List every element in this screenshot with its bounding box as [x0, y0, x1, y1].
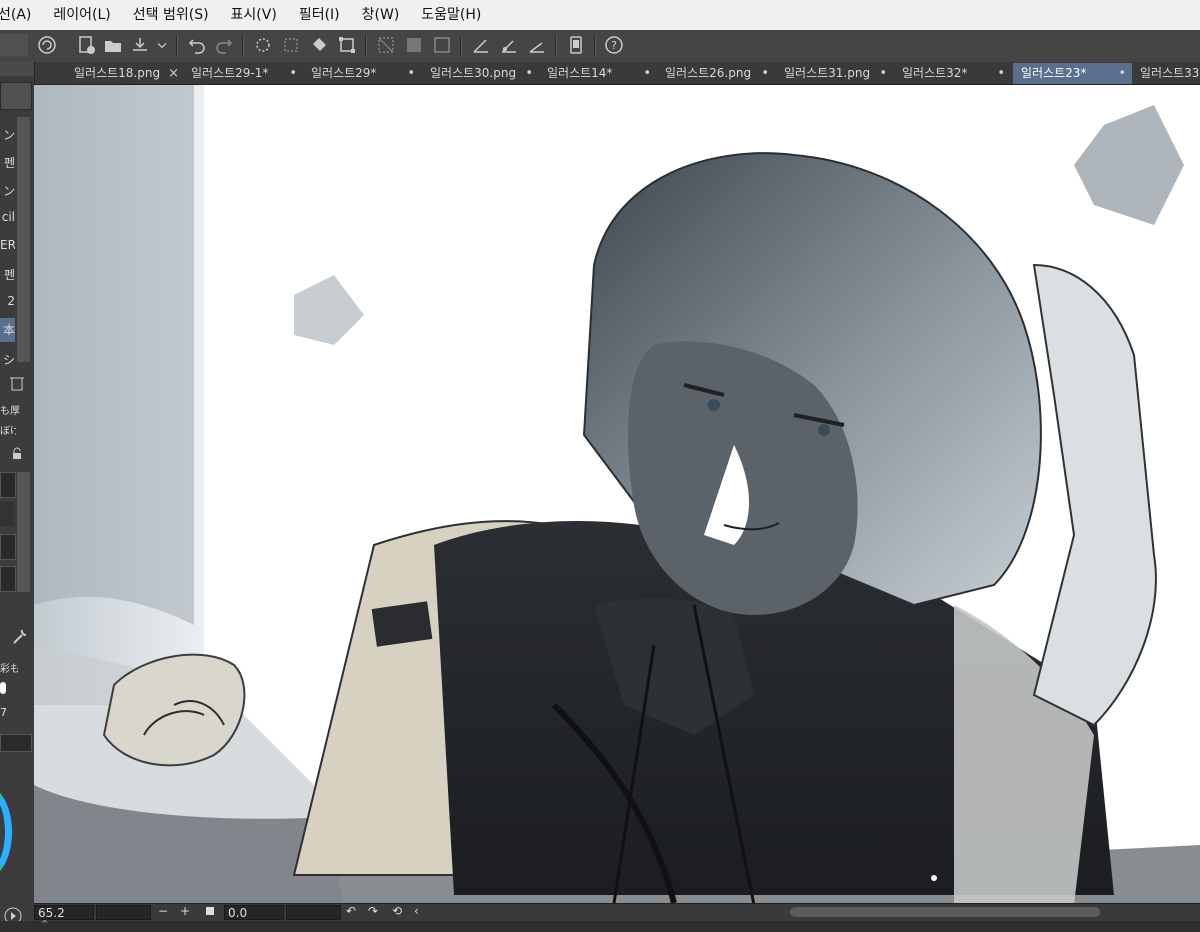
- tab-close-icon[interactable]: ×: [168, 63, 179, 84]
- menu-view[interactable]: 표시(V): [220, 0, 288, 30]
- property-label: 彩も: [0, 664, 18, 675]
- tab-modified-icon[interactable]: •: [997, 63, 1005, 84]
- rotate-left-icon[interactable]: ↶: [346, 904, 356, 918]
- subtool-item[interactable]: cil: [0, 210, 15, 224]
- clip-studio-icon[interactable]: [36, 34, 58, 56]
- undo-icon[interactable]: [186, 34, 208, 56]
- chevron-up-icon[interactable]: ⌃: [40, 918, 49, 931]
- help-icon[interactable]: ?: [603, 34, 625, 56]
- fill-selection-icon[interactable]: [280, 34, 302, 56]
- tab-illust18[interactable]: 일러스트18.png ×: [34, 63, 185, 84]
- reset-rotation-icon[interactable]: ⟲: [392, 904, 402, 918]
- smartphone-icon[interactable]: [565, 34, 587, 56]
- tab-illust29[interactable]: 일러스트29* •: [303, 63, 421, 84]
- illustration: [34, 85, 1200, 903]
- trash-icon[interactable]: [0, 372, 34, 394]
- tab-modified-icon[interactable]: •: [879, 63, 887, 84]
- tab-illust29-1[interactable]: 일러스트29-1* •: [185, 63, 303, 84]
- horizontal-scrollbar[interactable]: [790, 907, 1100, 917]
- tab-illust32[interactable]: 일러스트32* •: [893, 63, 1011, 84]
- tab-illust26[interactable]: 일러스트26.png •: [657, 63, 775, 84]
- subtool-item[interactable]: ン: [0, 182, 15, 199]
- pen-settings-icon[interactable]: [470, 34, 492, 56]
- property-label: も厚: [0, 406, 20, 417]
- new-file-icon[interactable]: [75, 34, 97, 56]
- tab-modified-icon[interactable]: •: [525, 63, 533, 84]
- tab-illust14[interactable]: 일러스트14* •: [539, 63, 657, 84]
- color-wheel[interactable]: [0, 787, 12, 877]
- menu-window[interactable]: 창(W): [351, 0, 411, 30]
- tab-modified-icon[interactable]: •: [407, 63, 415, 84]
- panel-toggle[interactable]: [0, 34, 28, 56]
- fit-button[interactable]: [206, 907, 214, 915]
- save-icon[interactable]: [129, 34, 151, 56]
- rotation-slider[interactable]: [286, 905, 341, 920]
- subtool-item[interactable]: シ: [0, 351, 15, 368]
- subtool-item[interactable]: 펜: [0, 266, 15, 283]
- download-icon[interactable]: [0, 534, 16, 560]
- subtool-scrollbar[interactable]: [17, 117, 30, 362]
- hide-selection-icon[interactable]: [375, 34, 397, 56]
- open-file-icon[interactable]: [102, 34, 124, 56]
- clear-icon[interactable]: [252, 34, 274, 56]
- sub-tool-header: [0, 82, 32, 110]
- command-bar: ?: [0, 30, 1200, 63]
- transform-icon[interactable]: [336, 34, 358, 56]
- panel-header: [0, 62, 34, 76]
- status-bar: 65.2 − + 0.0 ↶ ↷ ⟲ ‹: [34, 903, 1200, 922]
- menu-edit[interactable]: 선(A): [0, 0, 42, 30]
- color-dot: [0, 682, 6, 694]
- drawing-canvas[interactable]: [34, 85, 1200, 903]
- tab-illust30[interactable]: 일러스트30.png •: [421, 63, 539, 84]
- property-scrollbar[interactable]: [17, 472, 30, 592]
- tab-illust33[interactable]: 일러스트33: [1132, 63, 1200, 84]
- tab-modified-icon[interactable]: •: [1118, 63, 1126, 84]
- subtool-item[interactable]: ン: [0, 126, 15, 143]
- dropdown-icon[interactable]: [154, 34, 170, 56]
- download-icon[interactable]: [0, 472, 16, 498]
- tab-modified-icon[interactable]: •: [643, 63, 651, 84]
- svg-text:?: ?: [611, 39, 617, 52]
- subtool-item[interactable]: ER: [0, 238, 15, 252]
- tab-illust31[interactable]: 일러스트31.png •: [775, 63, 893, 84]
- property-value: 7: [0, 706, 6, 719]
- rotation-field[interactable]: 0.0: [224, 905, 284, 920]
- menu-bar: 선(A) 레이어(L) 선택 범위(S) 표시(V) 필터(I) 창(W) 도움…: [0, 0, 1200, 31]
- menu-selection[interactable]: 선택 범위(S): [122, 0, 220, 30]
- subtool-item-selected[interactable]: 本: [0, 318, 15, 342]
- zoom-out-button[interactable]: −: [158, 904, 168, 918]
- tab-modified-icon[interactable]: •: [761, 63, 769, 84]
- bucket-icon[interactable]: [308, 34, 330, 56]
- subtool-item[interactable]: 펜: [0, 154, 15, 171]
- redo-icon[interactable]: [213, 34, 235, 56]
- selection-fill-icon[interactable]: [403, 34, 425, 56]
- download-icon[interactable]: [0, 566, 16, 592]
- bottom-strip: ⌃: [0, 918, 1200, 932]
- menu-help[interactable]: 도움말(H): [410, 0, 492, 30]
- menu-filter[interactable]: 필터(I): [288, 0, 351, 30]
- rotate-right-icon[interactable]: ↷: [368, 904, 378, 918]
- property-label: ぼけも: [0, 426, 16, 437]
- property-row[interactable]: [0, 502, 14, 526]
- zoom-slider[interactable]: [96, 905, 151, 920]
- brush-settings-icon[interactable]: [498, 34, 520, 56]
- tab-illust23[interactable]: 일러스트23* •: [1013, 63, 1132, 84]
- zoom-in-button[interactable]: +: [180, 904, 190, 918]
- dropdown-icon[interactable]: [0, 734, 32, 752]
- menu-layer[interactable]: 레이어(L): [42, 0, 121, 30]
- wrench-icon[interactable]: [8, 626, 30, 648]
- border-icon[interactable]: [431, 34, 453, 56]
- subtool-item[interactable]: 2: [0, 294, 15, 308]
- tab-modified-icon[interactable]: •: [289, 63, 297, 84]
- lock-icon[interactable]: [10, 446, 24, 460]
- left-tool-panel: ン 펜 ン cil ER 펜 2 本 シ も厚 ぼけも 彩も 7: [0, 62, 35, 932]
- document-tabs: 일러스트18.png × 일러스트29-1* • 일러스트29* • 일러스트30.p…: [34, 62, 1200, 85]
- flip-icon[interactable]: ‹: [414, 904, 419, 918]
- ruler-settings-icon[interactable]: [526, 34, 548, 56]
